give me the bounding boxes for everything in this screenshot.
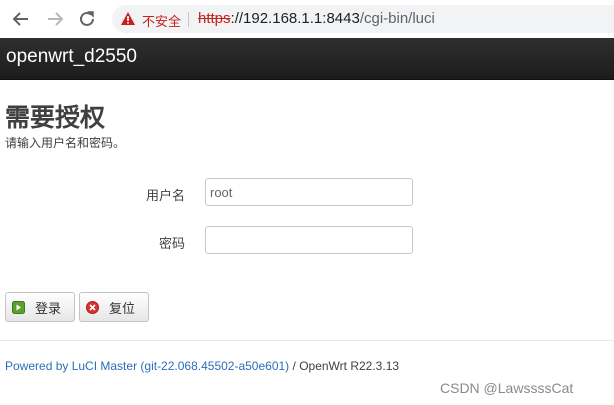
login-button-label: 登录 bbox=[35, 300, 62, 316]
footer-separator: / bbox=[289, 359, 300, 373]
forward-arrow-icon[interactable] bbox=[44, 8, 66, 30]
url-path: /cgi-bin/luci bbox=[359, 10, 435, 27]
password-label: 密码 bbox=[158, 236, 185, 251]
url-text[interactable]: https://192.168.1.1:8443/cgi-bin/luci bbox=[198, 10, 435, 27]
app-header: openwrt_d2550 bbox=[0, 38, 614, 80]
url-scheme: https bbox=[198, 10, 231, 27]
address-divider bbox=[188, 12, 189, 27]
username-label: 用户名 bbox=[145, 188, 185, 203]
openwrt-version: OpenWrt R22.3.13 bbox=[299, 359, 400, 373]
username-input[interactable] bbox=[205, 178, 413, 206]
page-description: 请输入用户名和密码。 bbox=[5, 136, 126, 150]
footer: Powered by LuCI Master (git-22.068.45502… bbox=[5, 359, 399, 373]
login-icon bbox=[12, 300, 25, 314]
back-arrow-icon[interactable] bbox=[10, 8, 32, 30]
page-title: 需要授权 bbox=[5, 104, 106, 132]
footer-divider bbox=[0, 340, 614, 341]
address-bar[interactable]: 不安全 https://192.168.1.1:8443/cgi-bin/luc… bbox=[112, 5, 614, 33]
reset-button[interactable]: 复位 bbox=[79, 292, 149, 322]
password-input[interactable] bbox=[205, 226, 413, 254]
browser-toolbar: 不安全 https://192.168.1.1:8443/cgi-bin/luc… bbox=[0, 0, 614, 38]
brand-name[interactable]: openwrt_d2550 bbox=[6, 46, 137, 68]
reset-icon bbox=[86, 300, 99, 314]
reload-icon[interactable] bbox=[76, 8, 98, 30]
watermark: CSDN @LawssssCat bbox=[440, 380, 574, 396]
security-status[interactable]: 不安全 bbox=[142, 11, 181, 30]
warning-icon[interactable] bbox=[120, 11, 136, 27]
reset-button-label: 复位 bbox=[109, 300, 136, 316]
url-host: ://192.168.1.1:8443 bbox=[230, 10, 360, 27]
luci-link[interactable]: Powered by LuCI Master (git-22.068.45502… bbox=[5, 359, 289, 373]
login-button[interactable]: 登录 bbox=[5, 292, 75, 322]
